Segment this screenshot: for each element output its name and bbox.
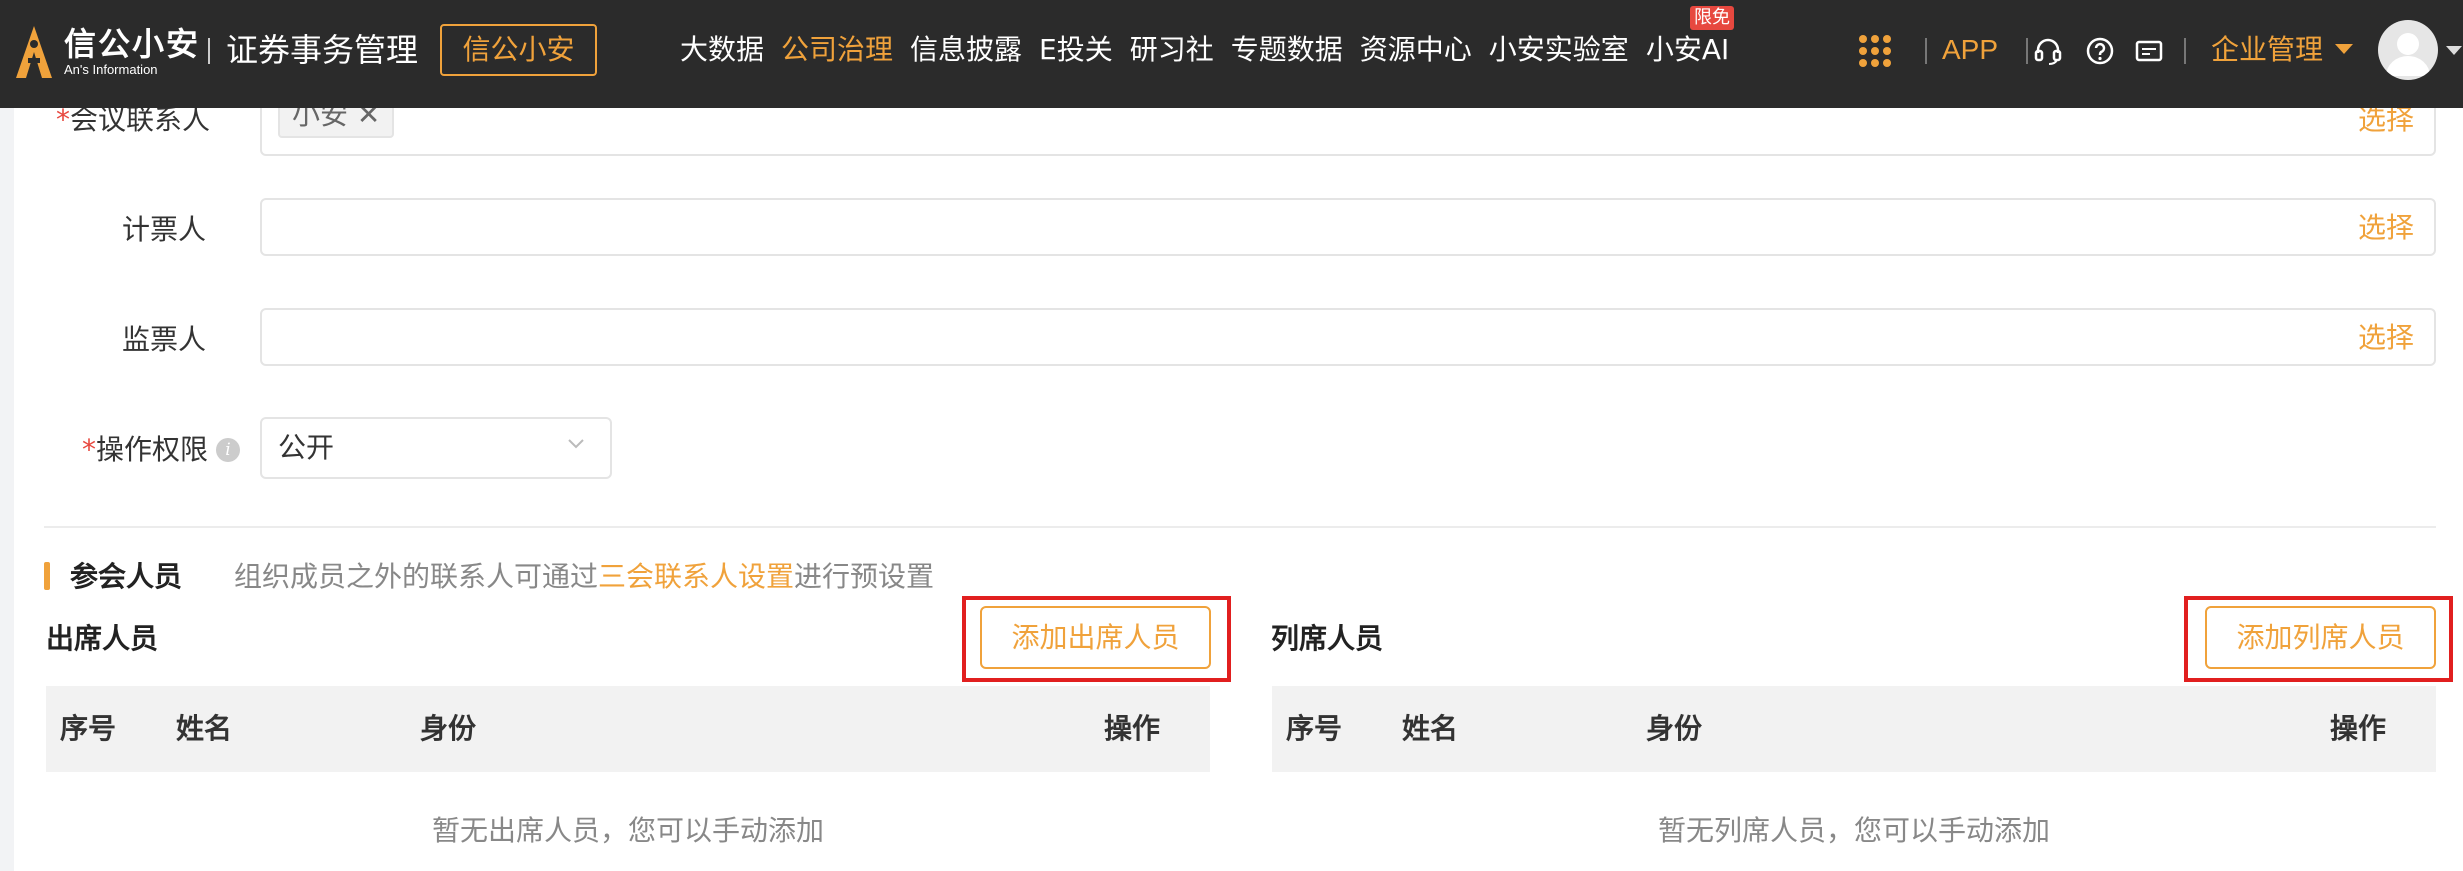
- nav-item-e-ir[interactable]: E投关: [1039, 30, 1113, 70]
- logo-name-en: An's Information: [64, 62, 158, 77]
- counter-label: 计票人: [122, 213, 207, 246]
- system-title: 证券事务管理: [226, 31, 419, 69]
- avatar-chevron-down-icon[interactable]: [2446, 46, 2462, 55]
- contact-tag-label: 小安: [292, 108, 349, 131]
- contact-tag: 小安 ✕: [278, 108, 395, 138]
- column-role: 身份: [420, 712, 477, 745]
- chevron-down-icon: [568, 439, 584, 449]
- add-nonvoting-highlight-box: [2184, 596, 2453, 682]
- column-index: 序号: [1286, 712, 1343, 745]
- supervisor-field[interactable]: 选择: [260, 308, 2436, 366]
- column-name: 姓名: [1402, 712, 1459, 745]
- close-icon[interactable]: ✕: [357, 108, 380, 131]
- toolbar-divider: [2026, 38, 2028, 64]
- nav-item-topic-data[interactable]: 专题数据: [1231, 30, 1343, 70]
- counter-field[interactable]: 选择: [260, 198, 2436, 256]
- headset-icon[interactable]: [2033, 36, 2063, 66]
- enterprise-menu-chevron-down-icon[interactable]: [2335, 44, 2353, 54]
- supervisor-label: 监票人: [122, 323, 207, 356]
- nav-item-big-data[interactable]: 大数据: [680, 30, 764, 70]
- required-mark: *: [56, 108, 70, 136]
- info-icon[interactable]: i: [216, 438, 240, 462]
- nonvoting-members-title: 列席人员: [1271, 622, 1384, 655]
- column-index: 序号: [60, 712, 117, 745]
- app-link[interactable]: APP: [1942, 30, 1998, 70]
- permission-label: *操作权限: [82, 433, 209, 466]
- main-nav: 大数据 公司治理 信息披露 E投关 研习社 专题数据 资源中心 小安实验室 小安…: [680, 30, 1729, 70]
- permission-select[interactable]: 公开: [260, 417, 612, 479]
- logo-text: 信公小安 An's Information: [64, 26, 200, 78]
- attendees-section-title: 参会人员: [70, 560, 183, 593]
- nav-item-disclosure[interactable]: 信息披露: [910, 30, 1022, 70]
- enterprise-menu[interactable]: 企业管理: [2211, 30, 2323, 70]
- counter-select-link[interactable]: 选择: [2358, 208, 2414, 248]
- present-empty-state: 暂无出席人员，您可以手动添加: [431, 814, 824, 847]
- logo-mark-icon: [16, 26, 52, 78]
- help-icon[interactable]: [2085, 36, 2115, 66]
- permission-value: 公开: [278, 431, 335, 464]
- nav-item-academy[interactable]: 研习社: [1130, 30, 1214, 70]
- present-members-title: 出席人员: [46, 622, 159, 655]
- attendees-hint: 组织成员之外的联系人可通过三会联系人设置进行预设置: [234, 560, 935, 593]
- required-mark: *: [82, 433, 96, 466]
- message-icon[interactable]: [2134, 36, 2164, 66]
- nonvoting-empty-state: 暂无列席人员，您可以手动添加: [1657, 814, 2050, 847]
- user-avatar-icon: [2386, 33, 2430, 76]
- supervisor-select-link[interactable]: 选择: [2358, 318, 2414, 358]
- column-actions: 操作: [2330, 712, 2387, 745]
- free-badge: 限免: [1690, 6, 1734, 30]
- brand-button[interactable]: 信公小安: [440, 24, 597, 76]
- toolbar-divider: [1925, 38, 1927, 64]
- nav-item-ai[interactable]: 小安AI: [1646, 30, 1729, 70]
- nav-item-corporate-governance[interactable]: 公司治理: [781, 30, 893, 70]
- top-navigation-bar: 信公小安 An's Information 证券事务管理 信公小安 大数据 公司…: [0, 0, 2463, 108]
- logo[interactable]: 信公小安 An's Information: [14, 20, 200, 84]
- logo-name-cn: 信公小安: [64, 25, 201, 63]
- contact-field[interactable]: 小安 ✕ 选择: [260, 108, 2436, 156]
- contact-select-link[interactable]: 选择: [2358, 108, 2414, 140]
- section-accent-bar: [44, 562, 50, 590]
- logo-divider: [208, 38, 210, 64]
- toolbar-divider: [2184, 38, 2186, 64]
- nonvoting-table-header: 序号 姓名 身份 操作: [1272, 686, 2436, 772]
- nav-item-resource-center[interactable]: 资源中心: [1360, 30, 1472, 70]
- contact-settings-link[interactable]: 三会联系人设置: [598, 560, 794, 593]
- column-actions: 操作: [1104, 712, 1161, 745]
- nav-item-lab[interactable]: 小安实验室: [1489, 30, 1629, 70]
- meeting-form-panel: *会议联系人 小安 ✕ 选择 计票人 选择 监票人 选择 *操作权限 i 公开 …: [14, 108, 2463, 871]
- avatar[interactable]: [2378, 20, 2438, 80]
- add-present-highlight-box: [962, 596, 1231, 682]
- column-role: 身份: [1646, 712, 1703, 745]
- contact-label: *会议联系人: [56, 108, 210, 140]
- present-table-header: 序号 姓名 身份 操作: [46, 686, 1210, 772]
- section-divider: [44, 526, 2436, 528]
- apps-grid-icon[interactable]: [1859, 35, 1891, 67]
- column-name: 姓名: [176, 712, 233, 745]
